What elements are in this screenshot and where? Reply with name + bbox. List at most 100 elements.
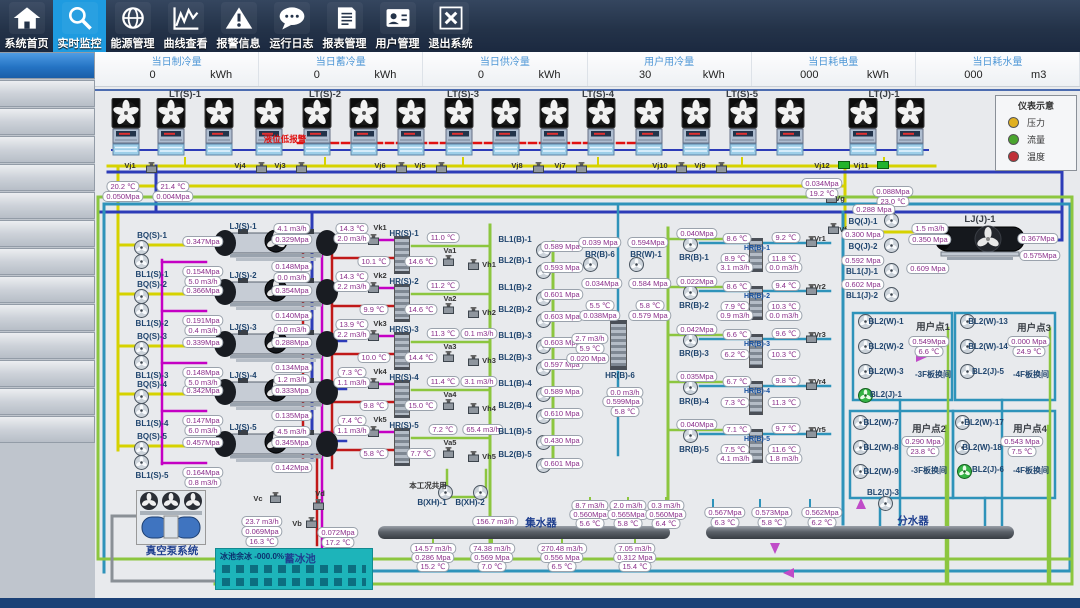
valve-icon[interactable] — [676, 162, 687, 173]
valve-icon[interactable] — [468, 307, 479, 318]
valve-icon[interactable] — [270, 492, 281, 503]
sidebar-item[interactable] — [0, 164, 95, 191]
valve-icon[interactable] — [468, 403, 479, 414]
pump-icon[interactable] — [629, 257, 644, 272]
pump-icon[interactable] — [957, 464, 972, 479]
vacuum-pump-system[interactable] — [136, 490, 206, 545]
valve-icon[interactable] — [877, 161, 889, 169]
sidebar-item[interactable] — [0, 80, 95, 107]
cooling-tower-icon[interactable] — [156, 98, 186, 156]
toolbar-button[interactable]: 能源管理 — [106, 0, 159, 52]
pump-icon[interactable] — [583, 257, 598, 272]
sidebar-item[interactable] — [0, 304, 95, 331]
sidebar-item[interactable] — [0, 360, 95, 387]
valve-icon[interactable] — [468, 259, 479, 270]
valve-icon[interactable] — [396, 162, 407, 173]
water-header[interactable] — [706, 526, 1014, 539]
cooling-tower-icon[interactable] — [349, 98, 379, 156]
sidebar-item[interactable] — [0, 416, 95, 443]
valve-icon[interactable] — [313, 499, 324, 510]
pump-icon[interactable] — [134, 254, 149, 269]
valve-icon[interactable] — [256, 162, 267, 173]
pump-icon[interactable] — [134, 355, 149, 370]
toolbar-button[interactable]: 运行日志 — [265, 0, 318, 52]
toolbar-button[interactable]: 曲线查看 — [159, 0, 212, 52]
heat-exchanger-icon[interactable] — [394, 332, 410, 370]
pump-icon[interactable] — [134, 403, 149, 418]
cooling-tower-icon[interactable] — [895, 98, 925, 156]
pump-icon[interactable] — [683, 285, 698, 300]
toolbar-button[interactable]: 退出系统 — [424, 0, 477, 52]
valve-icon[interactable] — [296, 162, 307, 173]
pump-icon[interactable] — [134, 289, 149, 304]
cooling-tower-icon[interactable] — [111, 98, 141, 156]
cooling-tower-icon[interactable] — [254, 98, 284, 156]
cooling-tower-icon[interactable] — [396, 98, 426, 156]
sidebar-item[interactable] — [0, 220, 95, 247]
valve-icon[interactable] — [443, 303, 454, 314]
pump-icon[interactable] — [884, 238, 899, 253]
heat-exchanger-icon[interactable] — [394, 380, 410, 418]
readout: 0.034Mpa — [581, 278, 623, 289]
pump-icon[interactable] — [884, 213, 899, 228]
valve-icon[interactable] — [838, 161, 850, 169]
valve-icon[interactable] — [828, 223, 839, 234]
valve-icon[interactable] — [306, 517, 317, 528]
heat-exchanger-icon[interactable] — [394, 284, 410, 322]
sidebar-item[interactable] — [0, 136, 95, 163]
valve-icon[interactable] — [468, 451, 479, 462]
pump-icon[interactable] — [683, 237, 698, 252]
toolbar-button[interactable]: 报警信息 — [212, 0, 265, 52]
sidebar-item[interactable] — [0, 52, 95, 79]
pump-icon[interactable] — [134, 389, 149, 404]
valve-icon[interactable] — [468, 355, 479, 366]
valve-icon[interactable] — [146, 162, 157, 173]
cooling-tower-icon[interactable] — [848, 98, 878, 156]
toolbar-button[interactable]: 用户管理 — [371, 0, 424, 52]
valve-icon[interactable] — [533, 162, 544, 173]
sidebar-item[interactable] — [0, 248, 95, 275]
pump-icon[interactable] — [884, 287, 899, 302]
pump-icon[interactable] — [878, 496, 893, 511]
sidebar-item[interactable] — [0, 192, 95, 219]
cooling-tower-icon[interactable] — [728, 98, 758, 156]
valve-icon[interactable] — [443, 399, 454, 410]
cooling-tower-icon[interactable] — [681, 98, 711, 156]
sidebar-item[interactable] — [0, 276, 95, 303]
pump-icon[interactable] — [134, 240, 149, 255]
pump-icon[interactable] — [134, 341, 149, 356]
pump-icon[interactable] — [683, 428, 698, 443]
cooling-tower-icon[interactable] — [586, 98, 616, 156]
cooling-tower-icon[interactable] — [444, 98, 474, 156]
cooling-tower-icon[interactable] — [491, 98, 521, 156]
valve-icon[interactable] — [576, 162, 587, 173]
pump-icon[interactable] — [884, 263, 899, 278]
pump-icon[interactable] — [134, 441, 149, 456]
valve-icon[interactable] — [443, 447, 454, 458]
cooling-tower-icon[interactable] — [302, 98, 332, 156]
cooling-tower-icon[interactable] — [634, 98, 664, 156]
heat-exchanger-icon[interactable] — [749, 334, 763, 368]
sidebar-item[interactable] — [0, 388, 95, 415]
toolbar-button[interactable]: 实时监控 — [53, 0, 106, 52]
valve-icon[interactable] — [443, 351, 454, 362]
valve-icon[interactable] — [436, 162, 447, 173]
valve-icon[interactable] — [443, 255, 454, 266]
pump-icon[interactable] — [134, 455, 149, 470]
heat-exchanger-icon[interactable] — [394, 236, 410, 274]
toolbar-button[interactable]: 报表管理 — [318, 0, 371, 52]
home-icon — [8, 2, 45, 34]
heat-exchanger-icon[interactable] — [610, 320, 627, 370]
sidebar-item[interactable] — [0, 332, 95, 359]
toolbar-button[interactable]: 系统首页 — [0, 0, 53, 52]
heat-exchanger-icon[interactable] — [394, 428, 410, 466]
pump-icon[interactable] — [683, 380, 698, 395]
heat-exchanger-icon[interactable] — [749, 381, 763, 415]
cooling-tower-icon[interactable] — [539, 98, 569, 156]
pump-icon[interactable] — [134, 303, 149, 318]
valve-icon[interactable] — [716, 162, 727, 173]
sidebar-item[interactable] — [0, 108, 95, 135]
cooling-tower-icon[interactable] — [775, 98, 805, 156]
pump-icon[interactable] — [683, 333, 698, 348]
cooling-tower-icon[interactable] — [204, 98, 234, 156]
